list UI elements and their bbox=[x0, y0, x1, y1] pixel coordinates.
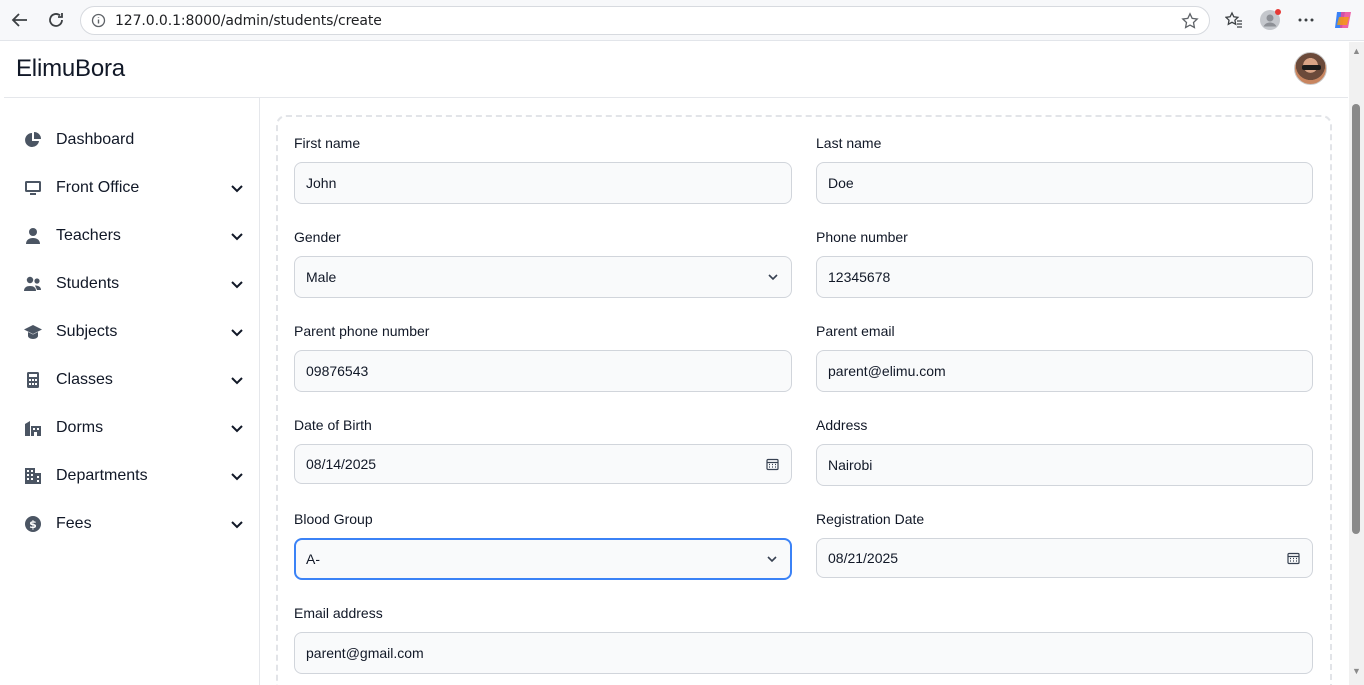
chevron-down-icon bbox=[230, 325, 244, 339]
sidebar-item-label: Fees bbox=[56, 515, 92, 532]
sidebar-item-departments[interactable]: Departments bbox=[24, 460, 244, 492]
building-icon bbox=[24, 419, 42, 437]
parent-phone-value: 09876543 bbox=[306, 363, 369, 379]
sidebar-item-label: Teachers bbox=[56, 227, 121, 244]
calendar-icon[interactable] bbox=[766, 458, 779, 471]
email-value: parent@gmail.com bbox=[306, 645, 424, 661]
bookmark-star-icon[interactable] bbox=[1181, 12, 1199, 35]
sidebar: Dashboard Front Office Teachers Students bbox=[4, 98, 260, 685]
chevron-down-icon bbox=[230, 517, 244, 531]
gender-select[interactable]: Male bbox=[294, 256, 792, 298]
sidebar-item-label: Dorms bbox=[56, 419, 104, 436]
scroll-up-icon[interactable]: ▲ bbox=[1352, 47, 1361, 56]
brand-logo[interactable]: ElimuBora bbox=[16, 55, 125, 83]
sidebar-item-label: Classes bbox=[56, 371, 113, 388]
address-bar[interactable]: 127.0.0.1:8000/admin/students/create bbox=[80, 6, 1210, 35]
registration-date-value: 08/21/2025 bbox=[828, 550, 899, 566]
favorites-icon[interactable] bbox=[1222, 8, 1246, 32]
reload-icon[interactable] bbox=[44, 8, 68, 32]
dollar-circle-icon: $ bbox=[24, 515, 42, 533]
main-content: First name John Last name Doe Gender Mal… bbox=[260, 98, 1348, 685]
user-icon bbox=[24, 227, 42, 245]
chevron-down-icon bbox=[230, 181, 244, 195]
student-form: First name John Last name Doe Gender Mal… bbox=[276, 115, 1332, 685]
sidebar-item-dorms[interactable]: Dorms bbox=[24, 412, 244, 444]
email-label: Email address bbox=[294, 605, 383, 621]
svg-text:$: $ bbox=[29, 518, 37, 531]
page-scrollbar[interactable]: ▲ ▼ bbox=[1349, 42, 1364, 685]
sidebar-item-classes[interactable]: Classes bbox=[24, 364, 244, 396]
gender-value: Male bbox=[306, 269, 337, 285]
chevron-down-icon bbox=[230, 277, 244, 291]
chevron-down-icon bbox=[766, 553, 778, 565]
first-name-input[interactable]: John bbox=[294, 162, 792, 204]
scrollbar-thumb[interactable] bbox=[1352, 104, 1360, 534]
address-label: Address bbox=[816, 417, 868, 433]
monitor-icon bbox=[24, 179, 42, 197]
back-icon[interactable] bbox=[8, 8, 32, 32]
registration-date-label: Registration Date bbox=[816, 511, 925, 527]
sidebar-item-label: Subjects bbox=[56, 323, 118, 340]
chevron-down-icon bbox=[767, 271, 779, 283]
site-info-icon[interactable] bbox=[81, 13, 115, 28]
chevron-down-icon bbox=[230, 229, 244, 243]
office-building-icon bbox=[24, 467, 42, 485]
blood-group-select[interactable]: A- bbox=[294, 538, 792, 580]
first-name-value: John bbox=[306, 175, 337, 191]
email-input[interactable]: parent@gmail.com bbox=[294, 632, 1313, 674]
scroll-down-icon[interactable]: ▼ bbox=[1352, 667, 1361, 676]
browser-toolbar: 127.0.0.1:8000/admin/students/create bbox=[0, 0, 1364, 41]
dob-input[interactable]: 08/14/2025 bbox=[294, 444, 792, 484]
blood-group-value: A- bbox=[306, 551, 320, 567]
gender-label: Gender bbox=[294, 229, 341, 245]
phone-input[interactable]: 12345678 bbox=[816, 256, 1313, 298]
last-name-input[interactable]: Doe bbox=[816, 162, 1313, 204]
first-name-label: First name bbox=[294, 135, 361, 151]
address-input[interactable]: Nairobi bbox=[816, 444, 1313, 486]
graduation-cap-icon bbox=[24, 323, 42, 341]
sidebar-item-students[interactable]: Students bbox=[24, 268, 244, 300]
phone-label: Phone number bbox=[816, 229, 908, 245]
app-window: ElimuBora Dashboard Front Office Teacher… bbox=[4, 42, 1348, 685]
parent-email-input[interactable]: parent@elimu.com bbox=[816, 350, 1313, 392]
sidebar-item-teachers[interactable]: Teachers bbox=[24, 220, 244, 252]
sidebar-item-dashboard[interactable]: Dashboard bbox=[24, 124, 244, 156]
parent-email-value: parent@elimu.com bbox=[828, 363, 946, 379]
blood-group-label: Blood Group bbox=[294, 511, 373, 527]
user-avatar[interactable] bbox=[1294, 52, 1327, 85]
dob-label: Date of Birth bbox=[294, 417, 372, 433]
parent-phone-input[interactable]: 09876543 bbox=[294, 350, 792, 392]
url-text: 127.0.0.1:8000/admin/students/create bbox=[115, 12, 382, 29]
parent-phone-label: Parent phone number bbox=[294, 323, 430, 339]
sidebar-item-front-office[interactable]: Front Office bbox=[24, 172, 244, 204]
sidebar-item-label: Front Office bbox=[56, 179, 140, 196]
phone-value: 12345678 bbox=[828, 269, 891, 285]
users-icon bbox=[24, 275, 42, 293]
sidebar-item-label: Students bbox=[56, 275, 120, 292]
sidebar-item-label: Departments bbox=[56, 467, 148, 484]
pie-chart-icon bbox=[24, 131, 42, 149]
parent-email-label: Parent email bbox=[816, 323, 895, 339]
chevron-down-icon bbox=[230, 373, 244, 387]
sidebar-item-label: Dashboard bbox=[56, 131, 135, 148]
sidebar-item-fees[interactable]: $ Fees bbox=[24, 508, 244, 540]
chevron-down-icon bbox=[230, 421, 244, 435]
chevron-down-icon bbox=[230, 469, 244, 483]
app-header: ElimuBora bbox=[4, 42, 1348, 98]
dob-value: 08/14/2025 bbox=[306, 456, 377, 472]
last-name-label: Last name bbox=[816, 135, 882, 151]
sidebar-item-subjects[interactable]: Subjects bbox=[24, 316, 244, 348]
calculator-icon bbox=[24, 371, 42, 389]
last-name-value: Doe bbox=[828, 175, 854, 191]
registration-date-input[interactable]: 08/21/2025 bbox=[816, 538, 1313, 578]
profile-icon[interactable] bbox=[1258, 8, 1282, 32]
calendar-icon[interactable] bbox=[1287, 552, 1300, 565]
more-options-icon[interactable] bbox=[1294, 8, 1318, 32]
copilot-icon[interactable] bbox=[1331, 8, 1355, 32]
address-value: Nairobi bbox=[828, 457, 873, 473]
